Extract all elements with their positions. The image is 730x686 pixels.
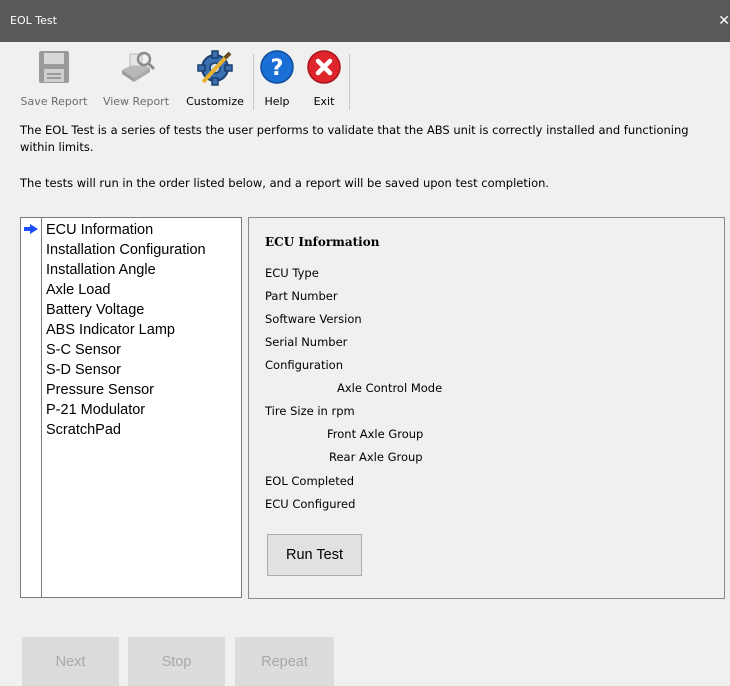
- ecu-type-label: ECU Type: [265, 266, 319, 280]
- svg-text:?: ?: [271, 56, 284, 81]
- view-report-icon: [122, 51, 156, 82]
- test-info-panel: ECU Information ECU Type Part Number Sof…: [248, 217, 725, 599]
- eol-completed-label: EOL Completed: [265, 474, 355, 488]
- panel-title: ECU Information: [265, 235, 380, 249]
- stop-button[interactable]: Stop: [128, 637, 225, 686]
- floppy-disk-icon: [39, 51, 69, 83]
- test-list: ECU Information Installation Configurati…: [20, 217, 242, 598]
- close-icon[interactable]: ✕: [718, 14, 730, 28]
- test-item-p-21-modulator[interactable]: P-21 Modulator: [46, 400, 206, 420]
- help-button[interactable]: ? Help: [258, 44, 296, 112]
- rear-axle-group-label: Rear Axle Group: [329, 450, 423, 464]
- axle-control-mode-label: Axle Control Mode: [337, 381, 443, 395]
- repeat-button[interactable]: Repeat: [235, 637, 334, 686]
- part-number-label: Part Number: [265, 289, 338, 303]
- view-report-label: View Report: [102, 95, 170, 108]
- ecu-configured-label: ECU Configured: [265, 497, 356, 511]
- test-item-installation-angle[interactable]: Installation Angle: [46, 260, 206, 280]
- help-label: Help: [264, 95, 290, 108]
- tire-size-label: Tire Size in rpm: [265, 404, 355, 418]
- customize-button[interactable]: Customize: [182, 44, 248, 112]
- exit-label: Exit: [313, 95, 335, 108]
- exit-x-icon: [307, 50, 341, 84]
- current-test-arrow-icon: [24, 224, 38, 234]
- view-report-button[interactable]: View Report: [96, 44, 176, 112]
- list-gutter-divider: [41, 218, 42, 597]
- next-button[interactable]: Next: [22, 637, 119, 686]
- order-note-text: The tests will run in the order listed b…: [20, 176, 550, 190]
- test-item-s-c-sensor[interactable]: S-C Sensor: [46, 340, 206, 360]
- run-test-button[interactable]: Run Test: [267, 534, 362, 576]
- customize-label: Customize: [186, 95, 244, 108]
- save-report-button[interactable]: Save Report: [18, 44, 90, 112]
- test-item-axle-load[interactable]: Axle Load: [46, 280, 206, 300]
- save-report-label: Save Report: [20, 95, 88, 108]
- test-item-scratchpad[interactable]: ScratchPad: [46, 420, 206, 440]
- toolbar-divider: [349, 54, 350, 110]
- test-item-ecu-information[interactable]: ECU Information: [46, 220, 206, 240]
- test-item-pressure-sensor[interactable]: Pressure Sensor: [46, 380, 206, 400]
- exit-button[interactable]: Exit: [302, 44, 346, 112]
- serial-number-label: Serial Number: [265, 335, 348, 349]
- configuration-label: Configuration: [265, 358, 343, 372]
- test-item-installation-configuration[interactable]: Installation Configuration: [46, 240, 206, 260]
- test-item-abs-indicator-lamp[interactable]: ABS Indicator Lamp: [46, 320, 206, 340]
- toolbar: Save Report View Report Customize ? Help…: [0, 42, 730, 114]
- software-version-label: Software Version: [265, 312, 362, 326]
- test-item-battery-voltage[interactable]: Battery Voltage: [46, 300, 206, 320]
- help-question-icon: ?: [260, 50, 294, 84]
- description-text: The EOL Test is a series of tests the us…: [20, 123, 689, 154]
- window-title: EOL Test: [10, 14, 57, 27]
- title-bar: EOL Test ✕: [0, 0, 730, 42]
- customize-gear-icon: [197, 50, 233, 86]
- test-items: ECU Information Installation Configurati…: [46, 220, 206, 440]
- toolbar-divider: [253, 54, 254, 110]
- front-axle-group-label: Front Axle Group: [327, 427, 424, 441]
- test-item-s-d-sensor[interactable]: S-D Sensor: [46, 360, 206, 380]
